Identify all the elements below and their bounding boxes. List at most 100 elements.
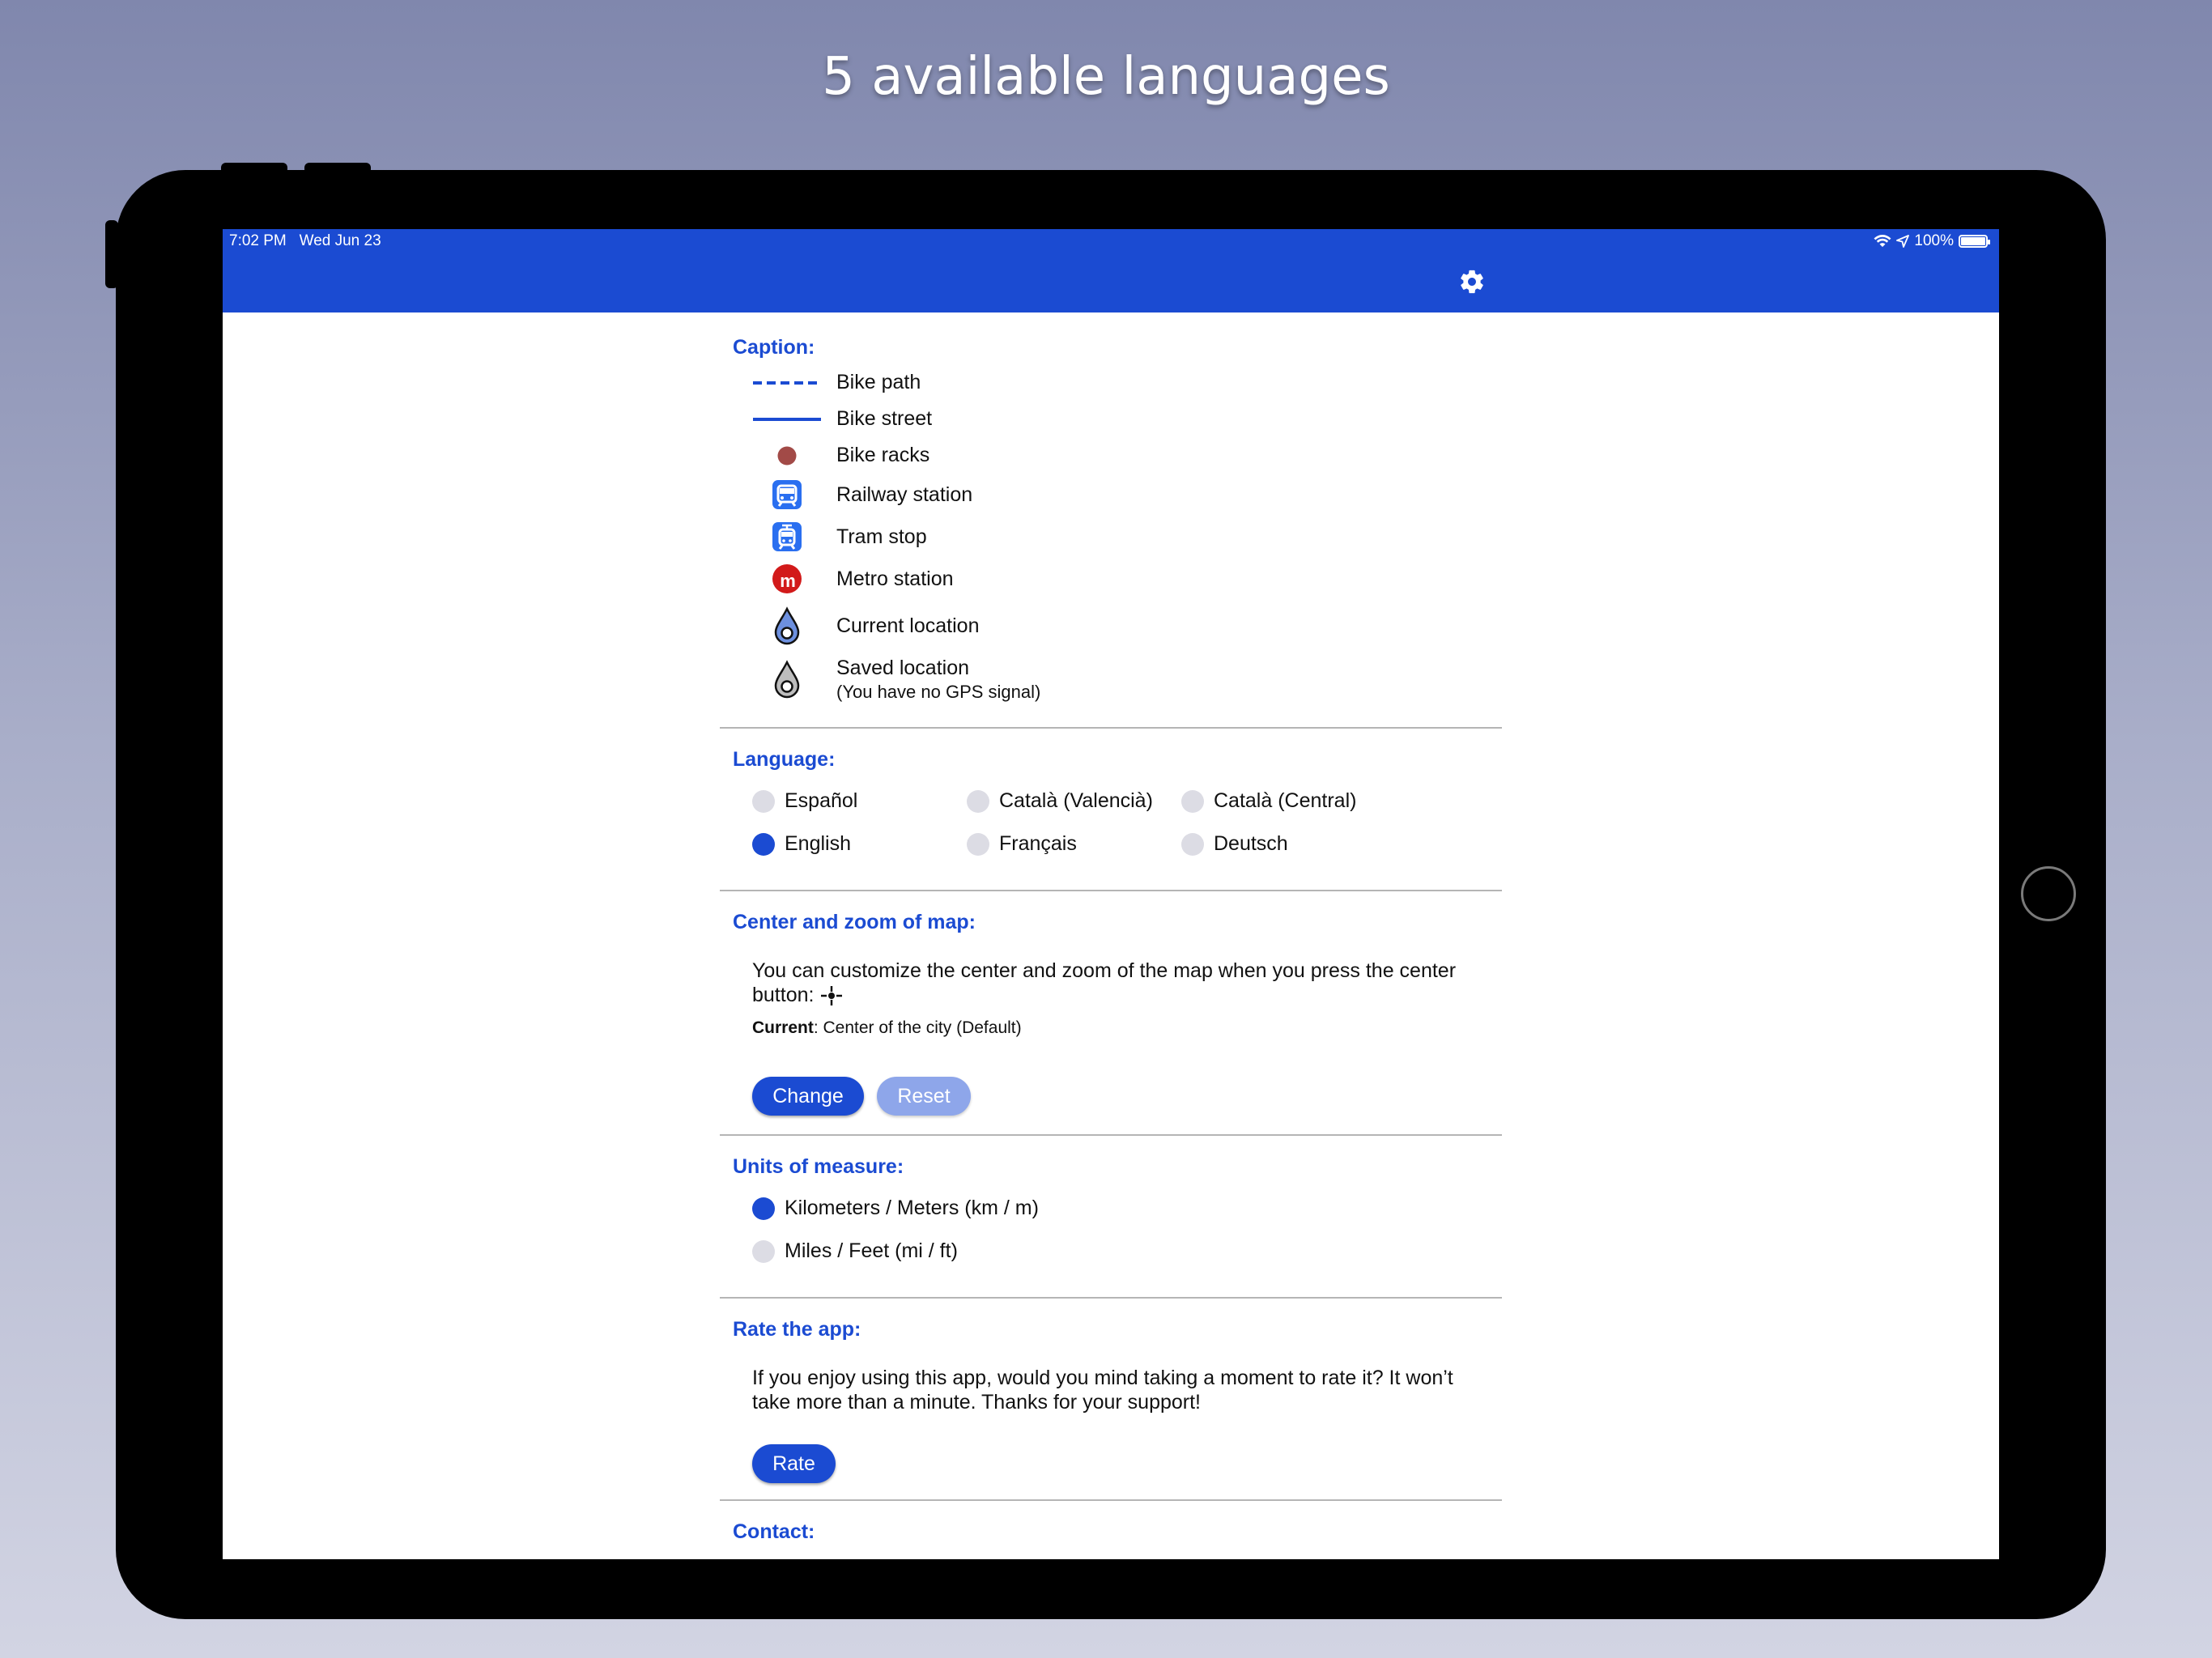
caption-item-bike-street: Bike street — [720, 401, 1502, 437]
language-option-label: Català (Central) — [1214, 789, 1357, 812]
status-time-date: 7:02 PM Wed Jun 23 — [229, 232, 381, 250]
caption-label-wrap: Railway station — [836, 483, 972, 507]
caption-label: Current location — [836, 614, 980, 637]
language-title: Language: — [733, 748, 836, 771]
train-icon — [752, 477, 822, 512]
caption-label-wrap: Metro station — [836, 568, 954, 591]
caption-label-wrap: Bike street — [836, 407, 932, 431]
caption-label: Railway station — [836, 483, 973, 506]
radio-dot[interactable] — [967, 789, 989, 813]
crosshair-icon — [821, 986, 843, 1006]
dashed-line-icon — [752, 365, 822, 401]
power-button — [105, 220, 118, 288]
caption-item-railway-station: Railway station — [720, 474, 1502, 516]
radio-dot[interactable] — [1181, 789, 1204, 813]
rate-title: Rate the app: — [733, 1318, 861, 1341]
radio-dot[interactable] — [752, 1239, 775, 1263]
radio-dot-selected[interactable] — [752, 1197, 775, 1220]
language-option-catala-central[interactable]: Català (Central) — [1181, 789, 1356, 813]
radio-dot-selected[interactable] — [752, 832, 775, 856]
caption-item-saved-location: Saved location (You have no GPS signal) — [720, 652, 1502, 707]
caption-item-bike-path: Bike path — [720, 364, 1502, 401]
battery-icon — [1959, 235, 1990, 248]
home-button[interactable] — [2021, 866, 2076, 921]
gear-icon[interactable] — [1458, 268, 1486, 295]
metro-icon: m — [752, 561, 822, 597]
map-center-title: Center and zoom of map: — [733, 911, 976, 933]
language-option-espanol[interactable]: Español — [752, 789, 857, 813]
language-option-label: Deutsch — [1214, 832, 1288, 855]
wifi-icon — [1874, 235, 1891, 247]
contact-section: Contact: — [720, 1501, 1502, 1544]
promo-headline: 5 available languages — [822, 47, 1390, 107]
caption-label: Bike street — [836, 407, 933, 430]
units-title: Units of measure: — [733, 1155, 904, 1178]
caption-label: Bike racks — [836, 444, 930, 466]
battery-fill — [1961, 237, 1985, 245]
language-options: Español Català (Valencià) Català (Centra… — [720, 789, 1502, 878]
app-screen: 7:02 PM Wed Jun 23 100% Caption: Bike pa… — [223, 229, 1999, 1559]
language-option-deutsch[interactable]: Deutsch — [1181, 832, 1288, 856]
current-location-pin-icon — [752, 606, 822, 645]
caption-list: Bike path Bike street Bike racks Railway… — [720, 364, 1502, 707]
language-option-label: Català (Valencià) — [999, 789, 1153, 812]
language-option-label: English — [785, 832, 851, 855]
caption-label: Saved location — [836, 656, 970, 679]
caption-label-wrap: Bike racks — [836, 444, 929, 467]
language-option-francais[interactable]: Français — [967, 832, 1077, 856]
units-option-label: Miles / Feet (mi / ft) — [785, 1239, 958, 1262]
map-center-description-line1: You can customize the center and zoom of… — [752, 959, 1457, 982]
change-button[interactable]: Change — [752, 1077, 864, 1116]
status-date: Wed Jun 23 — [299, 232, 381, 249]
caption-label: Bike path — [836, 371, 921, 393]
svg-text:m: m — [780, 571, 796, 591]
settings-content: Caption: Bike path Bike street Bike rack… — [720, 313, 1502, 1544]
reset-button[interactable]: Reset — [877, 1077, 971, 1116]
battery-percent: 100% — [1914, 232, 1954, 249]
radio-dot[interactable] — [752, 789, 775, 813]
caption-title: Caption: — [733, 336, 815, 359]
caption-label: Tram stop — [836, 525, 927, 548]
language-option-english[interactable]: English — [752, 832, 851, 856]
radio-dot[interactable] — [1181, 832, 1204, 856]
units-options: Kilometers / Meters (km / m) Miles / Fee… — [720, 1197, 1502, 1286]
caption-section: Caption: Bike path Bike street Bike rack… — [720, 313, 1502, 729]
language-option-label: Español — [785, 789, 858, 812]
units-section: Units of measure: Kilometers / Meters (k… — [720, 1136, 1502, 1299]
tram-icon — [752, 519, 822, 555]
rate-section: Rate the app: If you enjoy using this ap… — [720, 1299, 1502, 1501]
app-header: 7:02 PM Wed Jun 23 100% — [223, 229, 1999, 312]
caption-item-metro-station: m Metro station — [720, 558, 1502, 600]
caption-label-wrap: Current location — [836, 614, 979, 638]
caption-item-current-location: Current location — [720, 600, 1502, 652]
rate-button[interactable]: Rate — [752, 1444, 836, 1483]
map-center-description-line2: button: — [752, 984, 815, 1006]
caption-label-wrap: Bike path — [836, 371, 921, 394]
language-option-label: Français — [999, 832, 1077, 855]
caption-label-wrap: Saved location (You have no GPS signal) — [836, 657, 1040, 703]
status-time: 7:02 PM — [229, 232, 287, 249]
rate-description: If you enjoy using this app, would you m… — [720, 1366, 1502, 1414]
language-section: Language: Español Català (Valencià) Cata… — [720, 729, 1502, 891]
location-arrow-icon — [1896, 235, 1910, 248]
radio-dot[interactable] — [967, 832, 989, 856]
solid-line-icon — [752, 402, 822, 437]
caption-item-tram-stop: Tram stop — [720, 516, 1502, 558]
rate-description-line1: If you enjoy using this app, would you m… — [752, 1367, 1453, 1389]
rate-description-line2: take more than a minute. Thanks for your… — [752, 1391, 1201, 1414]
bike-rack-dot-icon — [752, 438, 822, 474]
units-option-metric[interactable]: Kilometers / Meters (km / m) — [752, 1197, 1039, 1220]
map-center-description: You can customize the center and zoom of… — [720, 959, 1502, 1007]
caption-sublabel: (You have no GPS signal) — [836, 681, 1041, 702]
caption-label-wrap: Tram stop — [836, 525, 927, 549]
status-indicators: 100% — [1874, 232, 1990, 250]
language-option-catala-valencia[interactable]: Català (Valencià) — [967, 789, 1153, 813]
contact-title: Contact: — [733, 1520, 815, 1543]
units-option-label: Kilometers / Meters (km / m) — [785, 1197, 1039, 1219]
volume-down-button — [304, 163, 371, 174]
volume-up-button — [221, 163, 287, 174]
map-center-current: Current: Center of the city (Default) — [720, 1018, 1502, 1038]
units-option-imperial[interactable]: Miles / Feet (mi / ft) — [752, 1239, 958, 1263]
caption-item-bike-racks: Bike racks — [720, 437, 1502, 474]
map-center-section: Center and zoom of map: You can customiz… — [720, 891, 1502, 1136]
